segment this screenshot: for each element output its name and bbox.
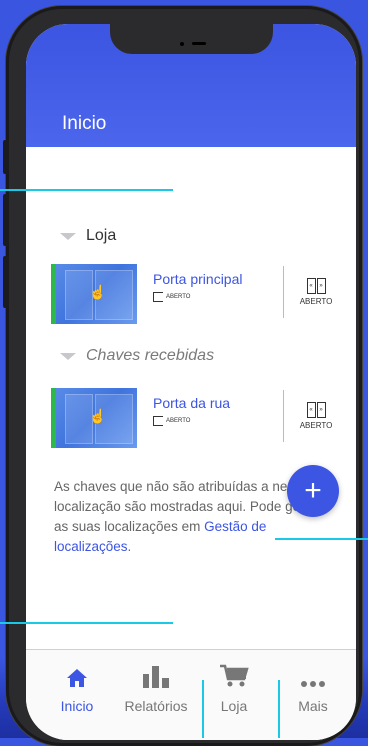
tab-label: Mais (298, 698, 328, 714)
tab-inicio[interactable]: Inicio (37, 664, 117, 714)
phone-screen: Inicio Loja ☝ Porta principal ABERTO « »… (26, 24, 356, 740)
tab-loja[interactable]: Loja (194, 664, 274, 714)
door-status-label: ABERTO (166, 418, 191, 424)
notch (110, 24, 273, 54)
collapse-triangle-icon (60, 352, 76, 360)
bar-chart-icon (116, 664, 196, 688)
volume-up-button (3, 194, 9, 246)
section-title: Chaves recebidas (86, 347, 215, 364)
volume-down-button (3, 256, 9, 308)
page-title: Inicio (62, 113, 107, 134)
door-row[interactable]: ☝ Porta principal ABERTO «» ABERTO (51, 264, 351, 324)
annotation-line (278, 680, 280, 738)
tab-label: Inicio (60, 698, 94, 714)
door-row[interactable]: ☝ Porta da rua ABERTO «» ABERTO (51, 388, 351, 448)
hand-pointer-icon: ☝ (89, 408, 107, 424)
more-icon (273, 664, 353, 688)
annotation-line (275, 538, 368, 540)
camera-dot (180, 42, 184, 46)
bottom-tab-bar: Inicio Relatórios Loja Mais (26, 649, 356, 740)
sliding-door-icon: «» (306, 402, 326, 418)
section-header-chaves-recebidas[interactable]: Chaves recebidas (60, 347, 214, 365)
collapse-triangle-icon (60, 232, 76, 240)
home-icon (37, 664, 117, 688)
tab-relatorios[interactable]: Relatórios (116, 664, 196, 714)
open-door-label: ABERTO (299, 421, 333, 430)
app-header: Inicio (26, 24, 356, 147)
hand-pointer-icon: ☝ (89, 284, 107, 300)
info-suffix: . (127, 539, 132, 554)
phone-frame: Inicio Loja ☝ Porta principal ABERTO « »… (3, 6, 362, 746)
door-status-icon (153, 416, 163, 426)
open-door-button[interactable]: «» ABERTO (297, 398, 335, 430)
annotation-line (0, 189, 173, 191)
tab-label: Loja (220, 698, 248, 714)
door-status: ABERTO (153, 416, 190, 426)
annotation-line (202, 680, 204, 738)
door-status-label: ABERTO (166, 294, 191, 300)
status-indicator-bar (51, 388, 56, 448)
divider (283, 266, 284, 318)
speaker-grill (192, 42, 206, 45)
door-thumbnail: ☝ (51, 264, 137, 324)
door-name[interactable]: Porta da rua (153, 395, 230, 411)
sliding-door-icon: «» (306, 278, 326, 294)
section-header-loja[interactable]: Loja (60, 227, 116, 245)
door-name[interactable]: Porta principal (153, 271, 243, 287)
door-thumbnail: ☝ (51, 388, 137, 448)
main-content: Loja ☝ Porta principal ABERTO «» ABERTO (26, 147, 356, 647)
tab-mais[interactable]: Mais (273, 664, 353, 714)
mute-switch (3, 140, 9, 174)
divider (283, 390, 284, 442)
annotation-line (0, 622, 173, 624)
open-door-label: ABERTO (299, 297, 333, 306)
section-title: Loja (86, 227, 117, 244)
cart-icon (194, 664, 274, 688)
status-indicator-bar (51, 264, 56, 324)
open-door-button[interactable]: «» ABERTO (297, 274, 335, 306)
add-button[interactable]: + (287, 465, 339, 517)
door-status-icon (153, 292, 163, 302)
tab-label: Relatórios (124, 698, 188, 714)
door-status: ABERTO (153, 292, 190, 302)
